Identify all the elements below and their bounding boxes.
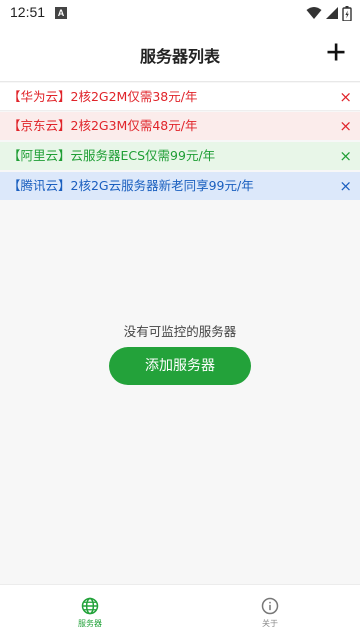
close-icon[interactable]: × [339,83,352,111]
promo-banner-huawei[interactable]: 【华为云】2核2G2M仅需38元/年 × [0,83,360,111]
status-time: 12:51 [10,4,46,20]
add-server-plus-icon[interactable] [324,40,348,64]
globe-icon [81,597,99,615]
close-icon[interactable]: × [339,142,352,170]
promo-text: 【腾讯云】2核2G云服务器新老同享99元/年 [8,178,254,193]
promo-banner-jd[interactable]: 【京东云】2核2G3M仅需48元/年 × [0,112,360,140]
info-icon [261,597,279,615]
app-header: 服务器列表 [0,26,360,82]
close-icon[interactable]: × [339,112,352,140]
empty-state-message: 没有可监控的服务器 [123,324,237,339]
battery-icon [342,5,352,21]
status-bar: 12:51 A [0,0,360,26]
status-indicators [306,5,352,21]
page-title: 服务器列表 [139,47,220,66]
wifi-icon [306,7,322,19]
promo-text: 【华为云】2核2G2M仅需38元/年 [8,89,198,104]
bottom-navigation: 服务器 关于 [0,584,360,640]
nav-item-servers[interactable]: 服务器 [50,597,130,629]
promo-text: 【京东云】2核2G3M仅需48元/年 [8,118,198,133]
close-icon[interactable]: × [339,172,352,200]
promo-banner-aliyun[interactable]: 【阿里云】云服务器ECS仅需99元/年 × [0,142,360,170]
notification-icon: A [55,7,67,19]
nav-item-about[interactable]: 关于 [230,597,310,629]
add-server-button[interactable]: 添加服务器 [109,347,251,385]
promo-text: 【阿里云】云服务器ECS仅需99元/年 [8,148,216,163]
nav-label-servers: 服务器 [78,619,102,628]
signal-icon [326,7,338,19]
promo-banner-tencent[interactable]: 【腾讯云】2核2G云服务器新老同享99元/年 × [0,172,360,200]
nav-label-about: 关于 [262,619,278,628]
